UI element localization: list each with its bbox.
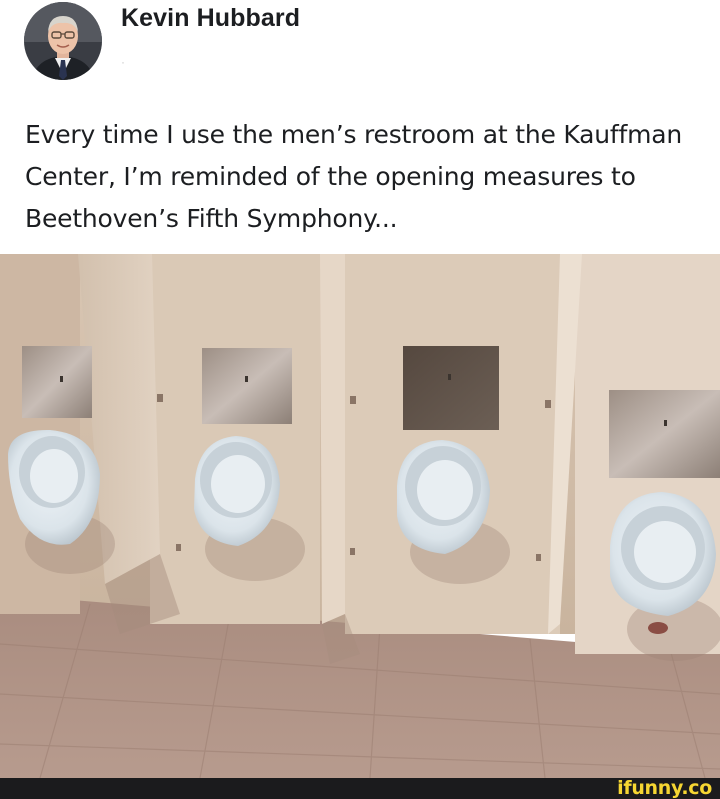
footer-bar: ifunny.co xyxy=(0,777,720,799)
post-text: Every time I use the men’s restroom at t… xyxy=(25,120,683,233)
post-header: Kevin Hubbard · xyxy=(0,0,720,100)
author-name[interactable]: Kevin Hubbard xyxy=(121,4,300,33)
post-meta-dot: · xyxy=(121,55,125,69)
author-avatar[interactable] xyxy=(24,2,102,80)
avatar-portrait xyxy=(24,2,102,80)
restroom-photo xyxy=(0,254,720,778)
ifunny-watermark: ifunny.co xyxy=(617,777,712,799)
